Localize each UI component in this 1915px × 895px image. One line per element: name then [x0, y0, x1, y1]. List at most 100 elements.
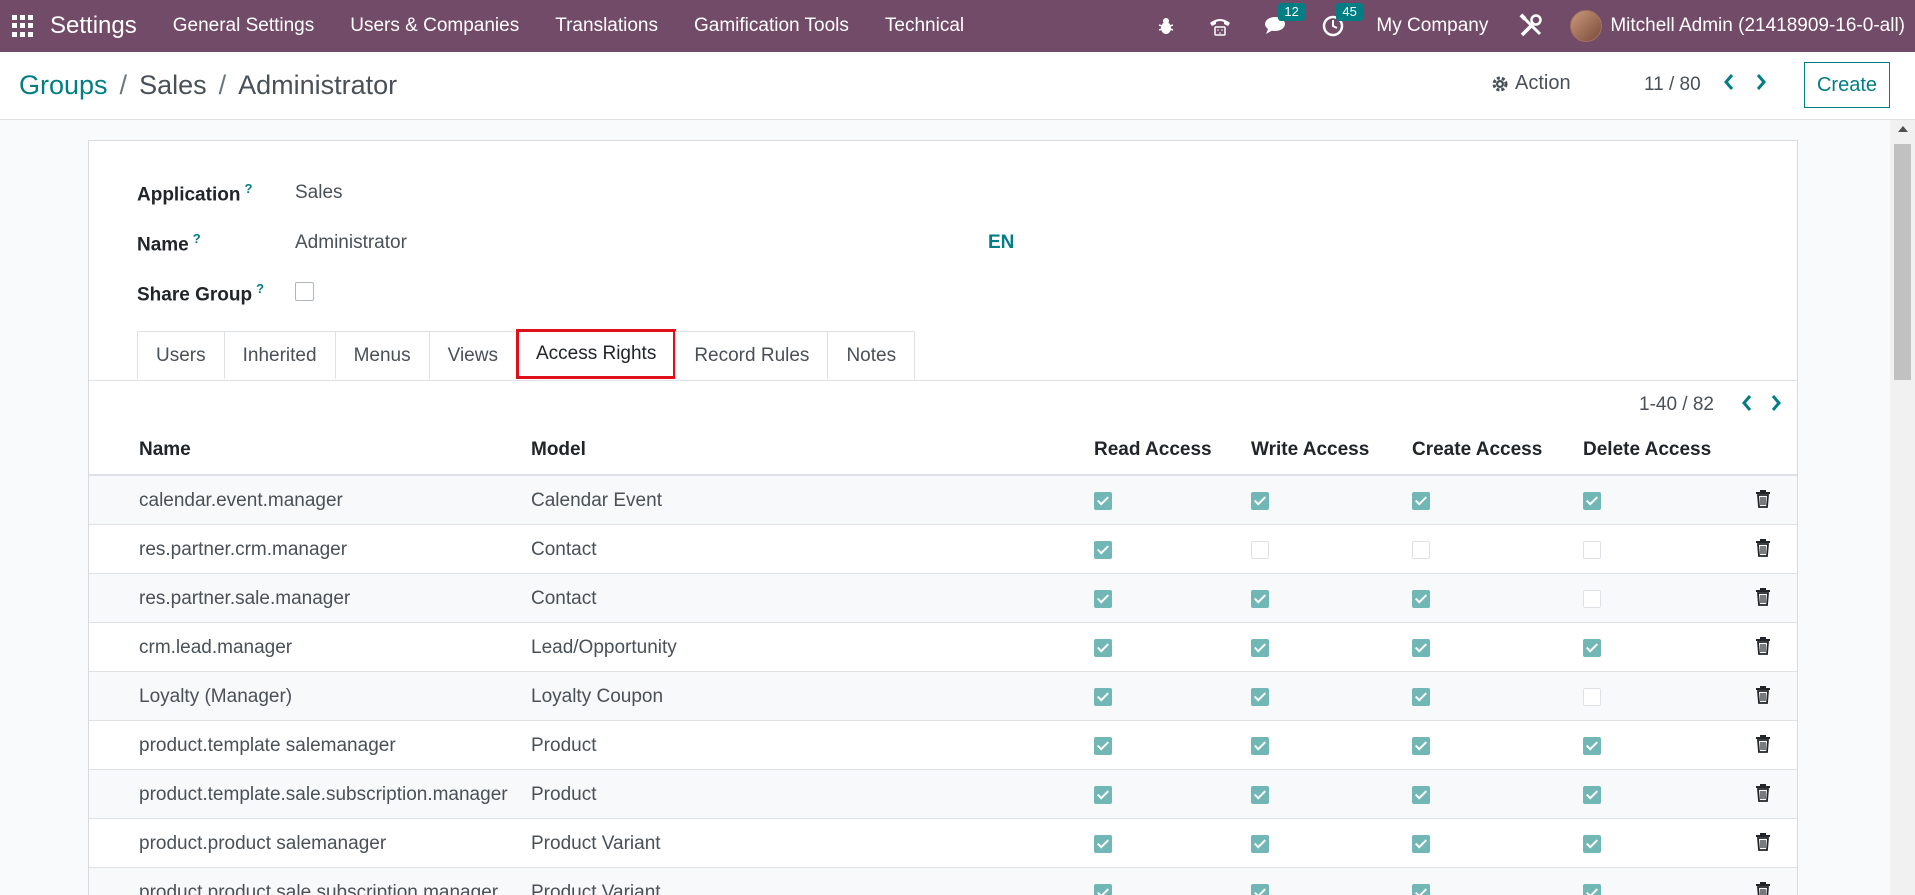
record-pager[interactable]: 11 / 80 — [1644, 74, 1701, 96]
row-model[interactable]: Contact — [531, 539, 596, 561]
write-access-checkbox[interactable] — [1251, 590, 1269, 608]
delete-access-checkbox[interactable] — [1583, 884, 1601, 895]
app-brand[interactable]: Settings — [50, 12, 137, 40]
share-group-checkbox[interactable] — [295, 282, 314, 301]
delete-access-checkbox[interactable] — [1583, 639, 1601, 657]
row-model[interactable]: Contact — [531, 588, 596, 610]
user-avatar[interactable] — [1570, 10, 1603, 42]
tab-inherited[interactable]: Inherited — [223, 331, 336, 379]
tab-access-rights[interactable]: Access Rights — [515, 329, 677, 379]
tab-record-rules[interactable]: Record Rules — [675, 331, 829, 379]
delete-access-checkbox[interactable] — [1583, 835, 1601, 853]
read-access-checkbox[interactable] — [1094, 590, 1112, 608]
pager-next-icon[interactable] — [1754, 72, 1768, 97]
row-name[interactable]: calendar.event.manager — [139, 490, 343, 512]
trash-icon[interactable] — [1755, 735, 1771, 758]
write-access-checkbox[interactable] — [1251, 835, 1269, 853]
row-model[interactable]: Loyalty Coupon — [531, 686, 663, 708]
menu-general-settings[interactable]: General Settings — [173, 15, 315, 37]
write-access-checkbox[interactable] — [1251, 884, 1269, 895]
table-row[interactable]: product.template salemanager Product — [89, 721, 1797, 770]
create-access-checkbox[interactable] — [1412, 492, 1430, 510]
row-name[interactable]: Loyalty (Manager) — [139, 686, 292, 708]
row-name[interactable]: product.product salemanager — [139, 833, 386, 855]
company-switcher[interactable]: My Company — [1376, 15, 1488, 37]
table-row[interactable]: Loyalty (Manager) Loyalty Coupon — [89, 672, 1797, 721]
row-model[interactable]: Product Variant — [531, 882, 661, 895]
activities-clock-icon[interactable]: 45 — [1322, 3, 1363, 37]
read-access-checkbox[interactable] — [1094, 639, 1112, 657]
delete-access-checkbox[interactable] — [1583, 590, 1601, 608]
menu-gamification-tools[interactable]: Gamification Tools — [694, 15, 849, 37]
help-tooltip-icon[interactable]: ? — [244, 181, 252, 196]
help-tooltip-icon[interactable]: ? — [193, 231, 201, 246]
table-row[interactable]: res.partner.crm.manager Contact — [89, 525, 1797, 574]
create-access-checkbox[interactable] — [1412, 639, 1430, 657]
trash-icon[interactable] — [1755, 686, 1771, 709]
table-row[interactable]: product.product.sale.subscription.manage… — [89, 868, 1797, 895]
language-tag[interactable]: EN — [988, 232, 1014, 254]
column-header-create[interactable]: Create Access — [1412, 439, 1542, 461]
tab-notes[interactable]: Notes — [827, 331, 916, 379]
trash-icon[interactable] — [1755, 784, 1771, 807]
row-name[interactable]: res.partner.sale.manager — [139, 588, 350, 610]
row-model[interactable]: Lead/Opportunity — [531, 637, 677, 659]
create-access-checkbox[interactable] — [1412, 737, 1430, 755]
write-access-checkbox[interactable] — [1251, 737, 1269, 755]
row-name[interactable]: product.product.sale.subscription.manage… — [139, 882, 498, 895]
table-row[interactable]: res.partner.sale.manager Contact — [89, 574, 1797, 623]
table-row[interactable]: calendar.event.manager Calendar Event — [89, 476, 1797, 525]
tab-users[interactable]: Users — [137, 331, 225, 379]
row-model[interactable]: Product — [531, 735, 596, 757]
create-button[interactable]: Create — [1804, 62, 1890, 108]
trash-icon[interactable] — [1755, 588, 1771, 611]
create-access-checkbox[interactable] — [1412, 835, 1430, 853]
delete-access-checkbox[interactable] — [1583, 688, 1601, 706]
trash-icon[interactable] — [1755, 833, 1771, 856]
tab-menus[interactable]: Menus — [334, 331, 430, 379]
debug-bug-icon[interactable] — [1156, 16, 1176, 36]
list-next-icon[interactable] — [1769, 393, 1783, 418]
breadcrumb-groups[interactable]: Groups — [19, 70, 108, 101]
column-header-delete[interactable]: Delete Access — [1583, 439, 1711, 461]
pager-prev-icon[interactable] — [1722, 72, 1736, 97]
table-row[interactable]: product.template.sale.subscription.manag… — [89, 770, 1797, 819]
read-access-checkbox[interactable] — [1094, 541, 1112, 559]
table-row[interactable]: crm.lead.manager Lead/Opportunity — [89, 623, 1797, 672]
write-access-checkbox[interactable] — [1251, 541, 1269, 559]
create-access-checkbox[interactable] — [1412, 541, 1430, 559]
read-access-checkbox[interactable] — [1094, 884, 1112, 895]
action-button[interactable]: Action — [1491, 72, 1571, 95]
write-access-checkbox[interactable] — [1251, 786, 1269, 804]
table-row[interactable]: product.product salemanager Product Varia… — [89, 819, 1797, 868]
row-name[interactable]: product.template.sale.subscription.manag… — [139, 784, 508, 806]
breadcrumb-sales[interactable]: Sales — [139, 70, 207, 101]
column-header-model[interactable]: Model — [531, 439, 586, 461]
delete-access-checkbox[interactable] — [1583, 786, 1601, 804]
row-name[interactable]: res.partner.crm.manager — [139, 539, 347, 561]
create-access-checkbox[interactable] — [1412, 590, 1430, 608]
menu-users-companies[interactable]: Users & Companies — [350, 15, 519, 37]
column-header-write[interactable]: Write Access — [1251, 439, 1369, 461]
help-tooltip-icon[interactable]: ? — [256, 281, 264, 296]
column-header-name[interactable]: Name — [139, 439, 191, 461]
read-access-checkbox[interactable] — [1094, 786, 1112, 804]
write-access-checkbox[interactable] — [1251, 492, 1269, 510]
delete-access-checkbox[interactable] — [1583, 737, 1601, 755]
tab-views[interactable]: Views — [428, 331, 517, 379]
column-header-read[interactable]: Read Access — [1094, 439, 1212, 461]
name-value[interactable]: Administrator — [295, 232, 407, 254]
row-model[interactable]: Product Variant — [531, 833, 661, 855]
list-pager[interactable]: 1-40 / 82 — [1639, 394, 1714, 416]
tools-icon[interactable] — [1518, 13, 1544, 39]
list-prev-icon[interactable] — [1740, 393, 1754, 418]
read-access-checkbox[interactable] — [1094, 835, 1112, 853]
scroll-up-arrow[interactable] — [1898, 126, 1908, 132]
menu-translations[interactable]: Translations — [555, 15, 658, 37]
trash-icon[interactable] — [1755, 882, 1771, 895]
read-access-checkbox[interactable] — [1094, 737, 1112, 755]
application-value[interactable]: Sales — [295, 182, 343, 204]
messages-icon[interactable]: 12 — [1264, 3, 1305, 37]
trash-icon[interactable] — [1755, 637, 1771, 660]
row-name[interactable]: crm.lead.manager — [139, 637, 292, 659]
